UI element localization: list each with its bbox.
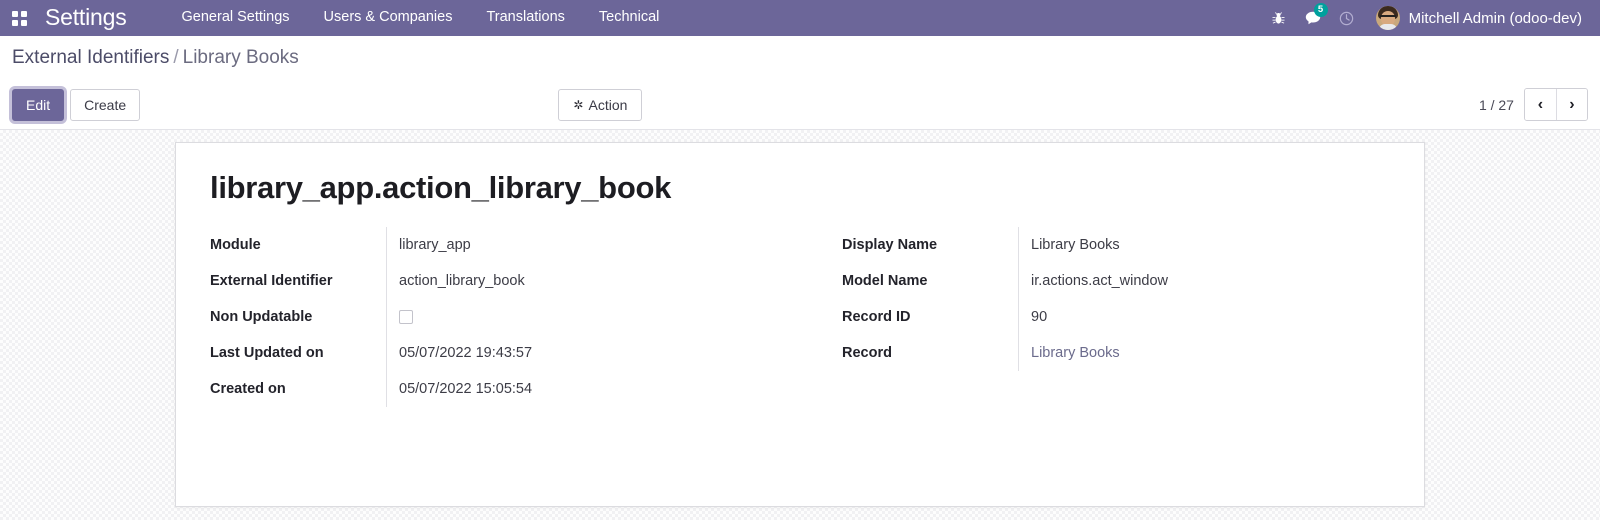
field-model-name: Model Name ir.actions.act_window [842, 263, 1390, 300]
field-value-display-name: Library Books [1018, 227, 1390, 264]
field-value-record-link[interactable]: Library Books [1018, 335, 1390, 372]
field-value-last-updated-on: 05/07/2022 19:43:57 [386, 335, 800, 372]
field-label-display-name: Display Name [842, 237, 938, 254]
form-column-left: Module library_app External Identifier a… [210, 227, 800, 408]
action-dropdown-button[interactable]: ✲ Action [558, 88, 643, 121]
top-navbar: Settings General Settings Users & Compan… [0, 0, 1600, 36]
form-column-right: Display Name Library Books Model Name ir… [800, 227, 1390, 407]
field-record-id: Record ID 90 [842, 299, 1390, 336]
field-value-non-updatable [386, 299, 800, 336]
field-value-record-id: 90 [1018, 299, 1390, 336]
pager-previous-button[interactable]: ‹ [1524, 89, 1556, 120]
avatar [1375, 6, 1400, 30]
field-display-name: Display Name Library Books [842, 227, 1390, 264]
field-value-external-identifier: action_library_book [386, 263, 800, 300]
breadcrumb-separator: / [173, 47, 179, 68]
field-module: Module library_app [210, 227, 800, 264]
breadcrumb-current: Library Books [182, 47, 299, 68]
field-value-module: library_app [386, 227, 800, 264]
field-value-created-on: 05/07/2022 15:05:54 [386, 371, 800, 408]
main-menu: General Settings Users & Companies Trans… [165, 0, 677, 35]
form-fields-grid: Module library_app External Identifier a… [210, 227, 1390, 408]
menu-item-technical[interactable]: Technical [582, 0, 676, 35]
breadcrumb-bar: External Identifiers / Library Books [0, 36, 1600, 80]
non-updatable-checkbox[interactable] [399, 310, 413, 325]
bug-icon[interactable] [1262, 0, 1296, 36]
field-label-external-identifier: External Identifier [210, 273, 333, 290]
control-panel: Edit Create ✲ Action 1 / 27 ‹ › [0, 80, 1600, 130]
create-button[interactable]: Create [70, 88, 141, 121]
pager-next-button[interactable]: › [1555, 89, 1587, 120]
field-external-identifier: External Identifier action_library_book [210, 263, 800, 300]
field-label-record: Record [842, 345, 892, 362]
field-created-on: Created on 05/07/2022 15:05:54 [210, 371, 800, 408]
field-label-last-updated-on: Last Updated on [210, 345, 324, 362]
action-button-label: Action [588, 96, 628, 113]
field-label-non-updatable: Non Updatable [210, 309, 313, 326]
breadcrumb-parent[interactable]: External Identifiers [12, 47, 169, 68]
breadcrumb: External Identifiers / Library Books [12, 47, 299, 69]
apps-grid-icon[interactable] [4, 3, 34, 33]
record-pager: 1 / 27 ‹ › [1479, 88, 1588, 121]
pager-count: 1 / 27 [1478, 96, 1514, 113]
field-label-created-on: Created on [210, 381, 286, 398]
messages-count-badge: 5 [1313, 3, 1328, 17]
chat-bubble-icon[interactable]: 5 [1296, 0, 1330, 36]
field-label-module: Module [210, 237, 261, 254]
field-value-model-name: ir.actions.act_window [1018, 263, 1390, 300]
content-area: library_app.action_library_book Module l… [0, 130, 1600, 520]
page-title: library_app.action_library_book [210, 170, 672, 205]
field-label-model-name: Model Name [842, 273, 928, 290]
edit-button[interactable]: Edit [12, 88, 65, 121]
field-record: Record Library Books [842, 335, 1390, 372]
menu-item-translations[interactable]: Translations [469, 0, 581, 35]
app-brand-title[interactable]: Settings [45, 5, 127, 31]
user-menu[interactable]: Mitchell Admin (odoo-dev) [1364, 6, 1586, 30]
pager-buttons: ‹ › [1523, 88, 1588, 121]
menu-item-general-settings[interactable]: General Settings [165, 0, 307, 35]
field-label-record-id: Record ID [842, 309, 911, 326]
username-label: Mitchell Admin (odoo-dev) [1408, 9, 1582, 27]
form-sheet: library_app.action_library_book Module l… [175, 142, 1425, 507]
field-non-updatable: Non Updatable [210, 299, 800, 336]
menu-item-users-companies[interactable]: Users & Companies [307, 0, 470, 35]
clock-icon[interactable] [1330, 0, 1364, 36]
navbar-right-cluster: 5 Mitchell Admin (odoo-dev) [1262, 0, 1586, 36]
record-action-buttons: Edit Create [12, 88, 141, 121]
field-last-updated-on: Last Updated on 05/07/2022 19:43:57 [210, 335, 800, 372]
cog-icon: ✲ [573, 97, 584, 112]
